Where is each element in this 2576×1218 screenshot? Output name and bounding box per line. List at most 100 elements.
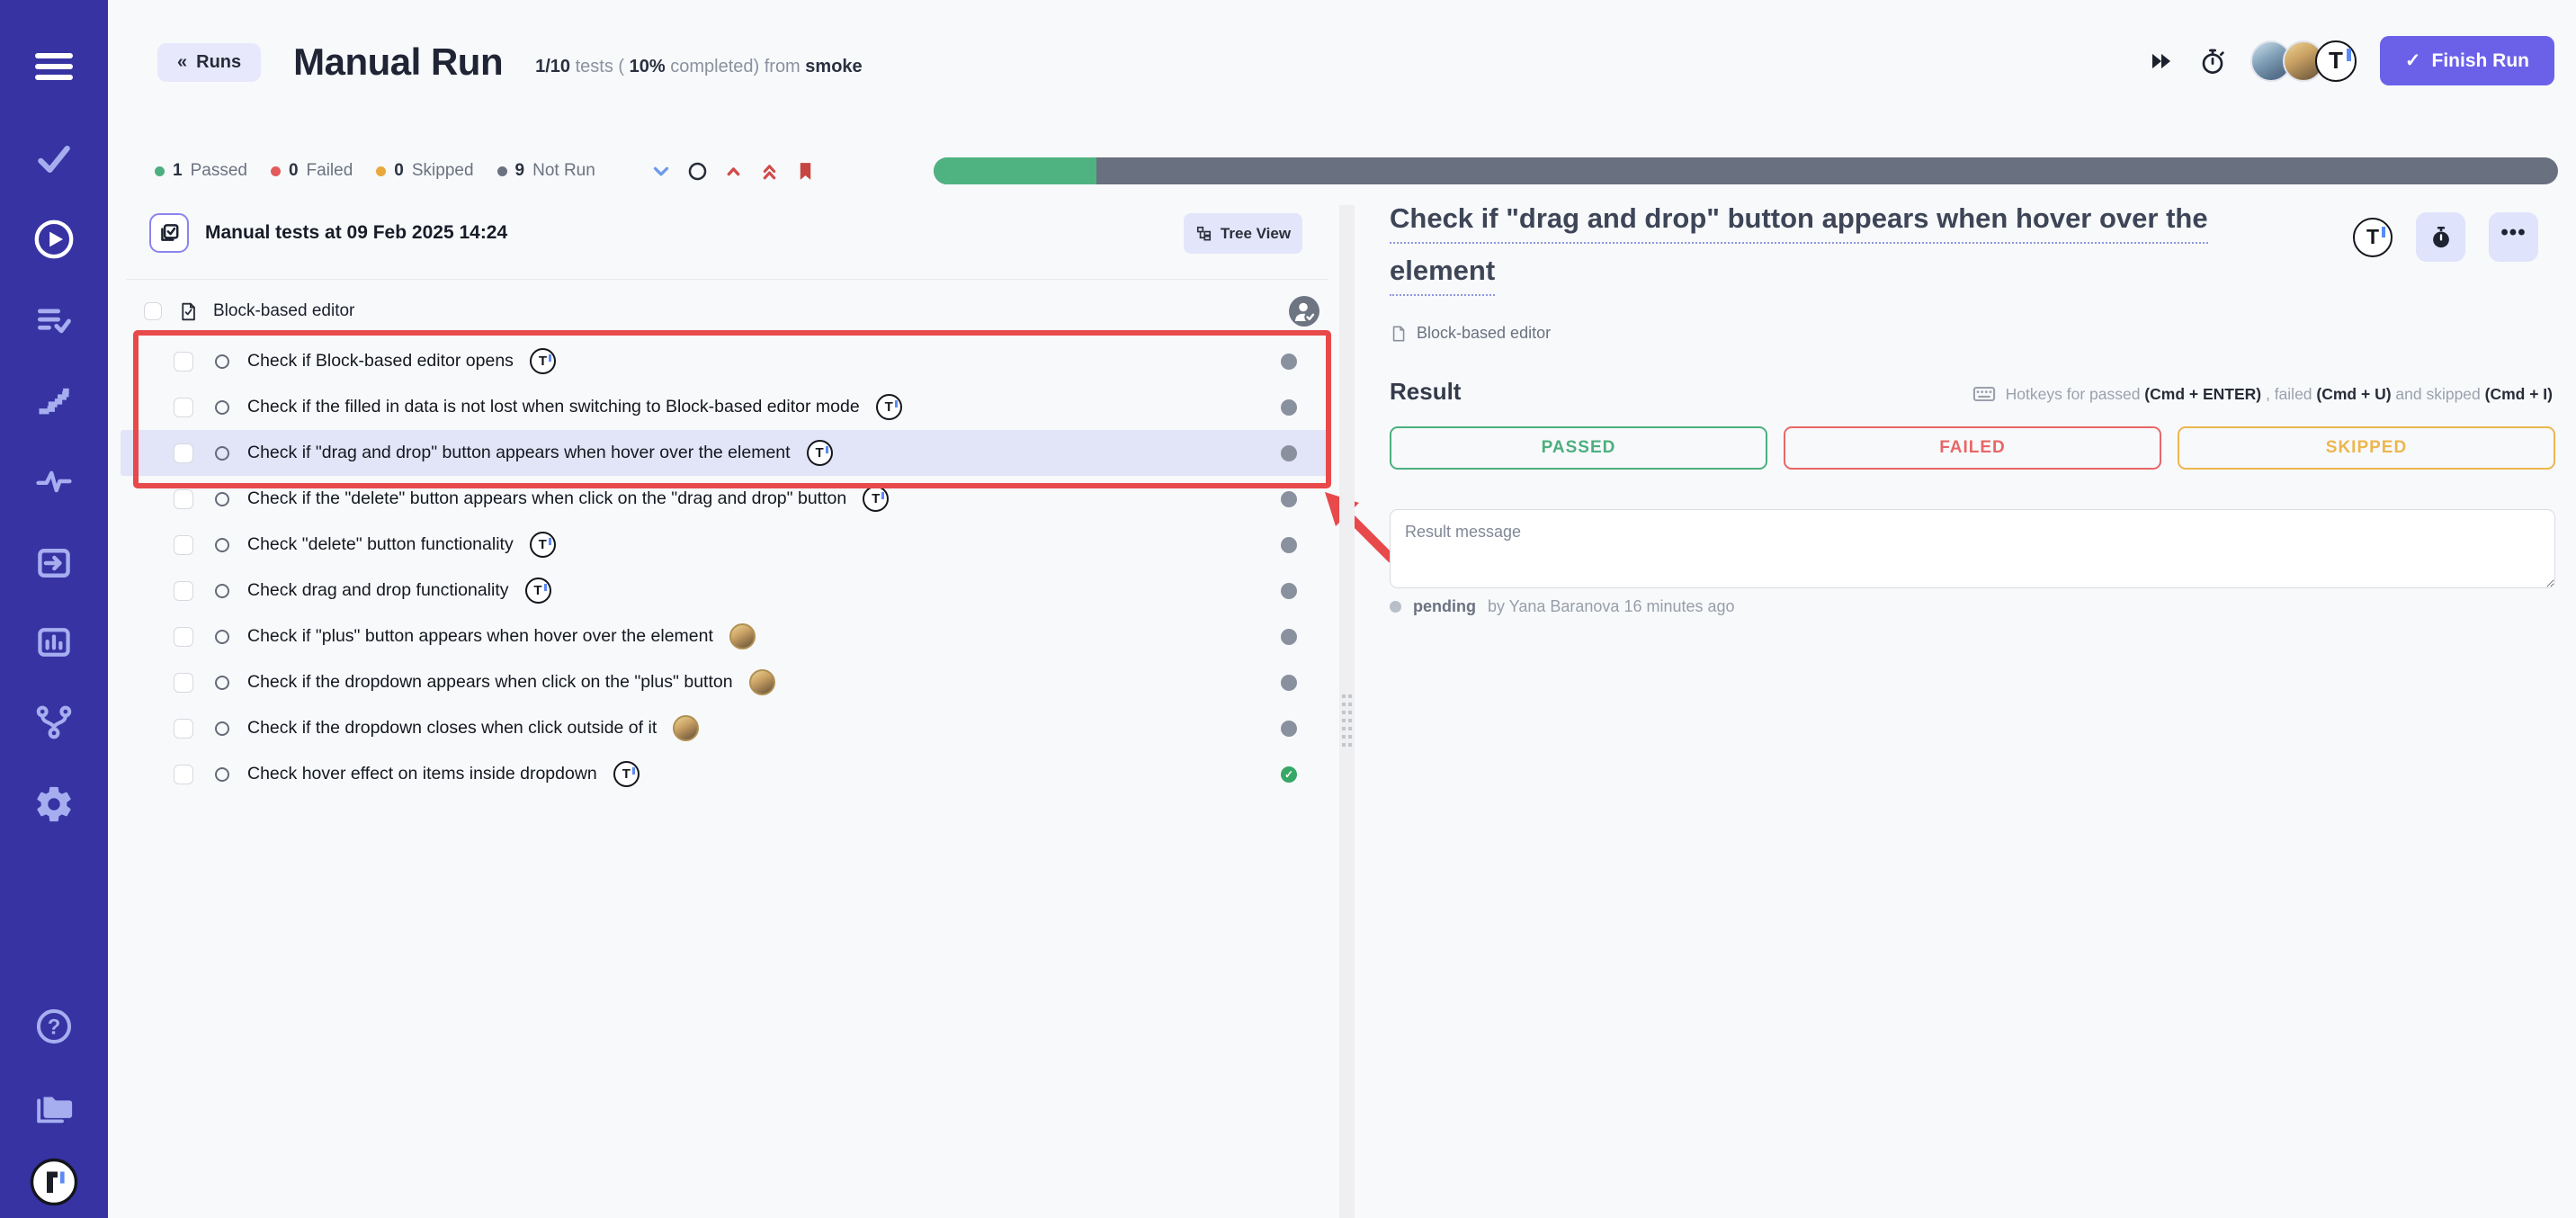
test-row[interactable]: Check if the filled in data is not lost … [121, 384, 1331, 430]
requirements-enter-icon [34, 543, 74, 583]
test-title: Check "delete" button functionality [247, 534, 514, 555]
sidebar-item-menu-icon[interactable] [0, 43, 108, 90]
timer-button[interactable] [2416, 212, 2465, 262]
author-avatar: T [530, 532, 556, 558]
test-row[interactable]: Check if the dropdown closes when click … [121, 705, 1331, 751]
test-checkbox[interactable] [174, 627, 193, 647]
test-group-row[interactable]: Block-based editor [121, 290, 1331, 333]
member-avatar-logo[interactable]: T [2315, 40, 2357, 82]
group-checkbox[interactable] [144, 302, 162, 320]
test-row[interactable]: Check if "drag and drop" button appears … [121, 430, 1331, 476]
fast-forward-icon[interactable] [2148, 48, 2175, 75]
status-not-run-icon[interactable] [1281, 537, 1297, 553]
test-checkbox[interactable] [174, 489, 193, 509]
result-failed-button[interactable]: FAILED [1784, 426, 2161, 470]
test-title: Check if the filled in data is not lost … [247, 397, 860, 417]
sidebar-item-requirements-enter-icon[interactable] [0, 540, 108, 587]
author-avatar[interactable]: T [2353, 218, 2393, 257]
panel-resize-handle[interactable] [1339, 205, 1355, 1218]
sidebar-item-runs-play-icon[interactable] [0, 216, 108, 263]
priority-up-icon[interactable] [722, 160, 745, 183]
test-detail-title[interactable]: Check if "drag and drop" button appears … [1390, 203, 2361, 308]
status-dot-icon [271, 166, 281, 176]
sidebar-item-tests-check-icon[interactable] [0, 136, 108, 183]
pending-dot-icon [1390, 601, 1401, 613]
run-title: Manual tests at 09 Feb 2025 14:24 [205, 222, 507, 244]
tree-view-button[interactable]: Tree View [1184, 213, 1302, 254]
status-not-run-icon[interactable] [1281, 583, 1297, 599]
test-checkbox[interactable] [174, 352, 193, 372]
status-not-run-icon[interactable] [1281, 399, 1297, 416]
test-checkbox[interactable] [174, 765, 193, 784]
sidebar-item-projects-folder-icon[interactable] [0, 1085, 108, 1132]
status-not-run-icon[interactable] [1281, 629, 1297, 645]
test-row[interactable]: Check if Block-based editor opensT [121, 338, 1331, 384]
run-checkbox-icon[interactable] [149, 213, 189, 253]
status-passed-icon[interactable]: ✓ [1281, 766, 1297, 783]
result-passed-button[interactable]: PASSED [1390, 426, 1767, 470]
test-plans-icon [34, 300, 74, 340]
status-counts: 1Passed0Failed0Skipped9Not Run [155, 158, 595, 184]
status-not-run-icon[interactable] [1281, 445, 1297, 461]
page-title: Manual Run [293, 40, 503, 84]
circle-status-icon[interactable] [686, 160, 709, 183]
sidebar-item-analytics-chart-icon[interactable] [0, 619, 108, 666]
chevron-down-icon[interactable] [649, 159, 673, 183]
result-skipped-button[interactable]: SKIPPED [2178, 426, 2555, 470]
app-window: ? « Runs Manual Run 1/10 tests ( 10% com… [0, 0, 2576, 1218]
more-options-button[interactable]: ••• [2489, 212, 2538, 262]
priority-double-up-icon[interactable] [758, 160, 781, 183]
result-message-input[interactable] [1390, 509, 2555, 588]
bookmark-icon[interactable] [794, 160, 817, 183]
status-dot-icon [497, 166, 507, 176]
document-icon [1390, 325, 1408, 343]
detail-suite-breadcrumb[interactable]: Block-based editor [1390, 324, 1551, 343]
test-row[interactable]: Check "delete" button functionality T [121, 522, 1331, 568]
sidebar-item-defects-pulse-icon[interactable] [0, 458, 108, 505]
test-checkbox[interactable] [174, 673, 193, 693]
test-checkbox[interactable] [174, 443, 193, 463]
author-avatar: T [530, 348, 556, 374]
keyboard-icon [1972, 381, 1997, 407]
detail-actions: T ••• [2353, 212, 2538, 262]
milestones-steps-icon [34, 381, 74, 420]
finish-run-button[interactable]: ✓ Finish Run [2380, 36, 2554, 85]
sidebar-item-integrations-branch-icon[interactable] [0, 699, 108, 746]
author-avatar: T [807, 440, 833, 466]
test-row[interactable]: Check if "plus" button appears when hove… [121, 613, 1331, 659]
sidebar-item-settings-gear-icon[interactable] [0, 781, 108, 828]
bulk-assignee-icon[interactable] [1288, 295, 1320, 327]
test-row[interactable]: Check drag and drop functionalityT [121, 568, 1331, 613]
run-progress-fill [934, 157, 1096, 184]
sidebar-item-app-logo[interactable] [0, 1159, 108, 1205]
back-to-runs-label: Runs [196, 52, 241, 73]
test-row[interactable]: Check if the "delete" button appears whe… [121, 476, 1331, 522]
test-title: Check if "plus" button appears when hove… [247, 626, 713, 647]
status-not-run-icon[interactable] [1281, 491, 1297, 507]
status-not-run-icon[interactable] [1281, 721, 1297, 737]
back-to-runs-button[interactable]: « Runs [157, 43, 261, 82]
settings-gear-icon [33, 784, 75, 825]
integrations-branch-icon [34, 703, 74, 742]
sidebar-item-milestones-steps-icon[interactable] [0, 377, 108, 424]
test-checkbox[interactable] [174, 581, 193, 601]
defects-pulse-icon [34, 461, 74, 501]
run-panel-header: Manual tests at 09 Feb 2025 14:24 [149, 212, 507, 254]
author-avatar [729, 623, 756, 649]
result-history: pending by Yana Baranova 16 minutes ago [1390, 597, 1735, 616]
timer-icon[interactable] [2198, 47, 2227, 76]
sidebar-item-test-plans-icon[interactable] [0, 297, 108, 344]
status-filter-icons [649, 158, 817, 184]
author-avatar [673, 715, 699, 741]
test-checkbox[interactable] [174, 719, 193, 739]
not-run-circle-icon [215, 721, 229, 736]
test-row[interactable]: Check hover effect on items inside dropd… [121, 751, 1331, 797]
assignee-avatars[interactable]: T [2250, 40, 2357, 82]
test-checkbox[interactable] [174, 535, 193, 555]
sidebar-item-help-icon[interactable]: ? [0, 1003, 108, 1050]
test-row[interactable]: Check if the dropdown appears when click… [121, 659, 1331, 705]
status-not-run-icon[interactable] [1281, 354, 1297, 370]
test-group-label: Block-based editor [213, 301, 354, 321]
test-checkbox[interactable] [174, 398, 193, 417]
status-not-run-icon[interactable] [1281, 675, 1297, 691]
